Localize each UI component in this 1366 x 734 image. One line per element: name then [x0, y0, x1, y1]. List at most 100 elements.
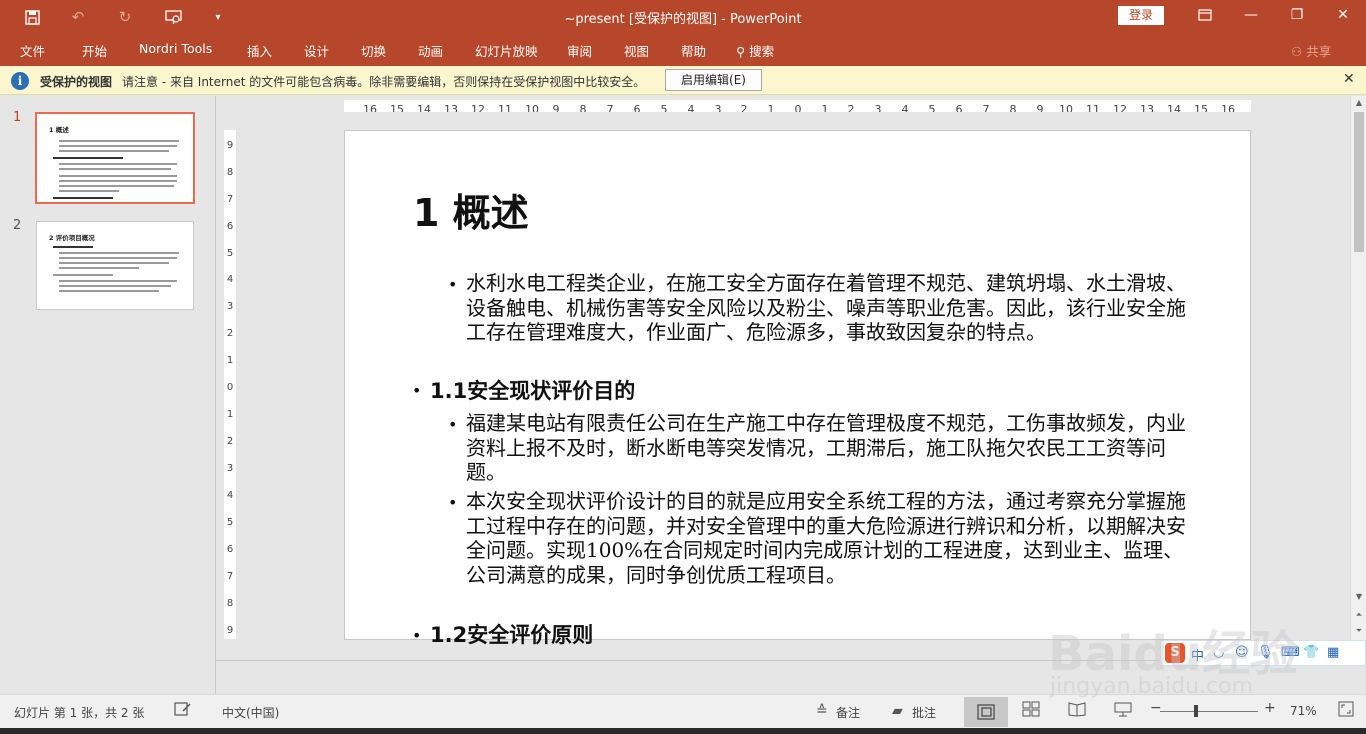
protected-view-bar: i 受保护的视图 请注意 - 来自 Internet 的文件可能包含病毒。除非需… — [0, 66, 1366, 95]
tab-design[interactable]: 设计 — [304, 41, 329, 60]
tab-nordri-tools[interactable]: Nordri Tools — [139, 41, 212, 56]
slide-title[interactable]: 1 概述 — [413, 182, 529, 237]
svg-text:7: 7 — [227, 194, 233, 205]
svg-text:8: 8 — [227, 167, 233, 178]
tab-view[interactable]: 视图 — [624, 41, 649, 60]
vertical-scrollbar[interactable]: ▲ ▼ ⏶ ⏷ — [1350, 96, 1366, 640]
previous-slide-icon[interactable]: ⏶ — [1351, 608, 1366, 622]
notes-button-label[interactable]: 备注 — [836, 704, 860, 721]
ime-toolbar: S 中 ◡ ☺ 🎙 ⌨ 👕 ▦ — [1160, 640, 1366, 666]
svg-text:0: 0 — [795, 103, 802, 112]
bullet-marker: • — [412, 626, 422, 645]
svg-text:9: 9 — [227, 140, 233, 151]
share-label: 共享 — [1306, 44, 1332, 59]
ime-punctuation-icon[interactable]: ◡ — [1213, 645, 1224, 660]
restore-icon[interactable]: ❐ — [1274, 0, 1320, 30]
tab-help[interactable]: 帮助 — [681, 41, 706, 60]
slide-thumbnail-2[interactable]: 2 评价项目概况 — [36, 221, 194, 310]
svg-text:5: 5 — [929, 103, 936, 112]
zoom-out-icon[interactable]: − — [1150, 700, 1162, 716]
ime-mode-label[interactable]: 中 — [1191, 645, 1204, 664]
svg-text:5: 5 — [661, 103, 668, 112]
svg-text:8: 8 — [1010, 103, 1017, 112]
ime-keyboard-icon[interactable]: ⌨ — [1281, 645, 1300, 660]
search-box[interactable]: ⚲ 搜索 — [736, 41, 774, 60]
svg-text:15: 15 — [1194, 103, 1208, 112]
scrollbar-thumb[interactable] — [1354, 112, 1364, 252]
slideshow-view-icon[interactable] — [1114, 701, 1132, 721]
zoom-in-icon[interactable]: + — [1264, 700, 1276, 716]
bullet-marker: • — [448, 415, 458, 434]
search-label: 搜索 — [749, 44, 775, 59]
svg-text:1: 1 — [227, 355, 233, 366]
reading-view-icon[interactable] — [1068, 701, 1086, 721]
svg-text:6: 6 — [634, 103, 641, 112]
protected-view-message: 请注意 - 来自 Internet 的文件可能包含病毒。除非需要编辑，否则保持在… — [122, 75, 646, 89]
slide-body-paragraph[interactable]: 本次安全现状评价设计的目的就是应用安全系统工程的方法，通过考察充分掌握施工过程中… — [466, 489, 1191, 587]
thumbnail-number: 2 — [13, 218, 22, 233]
powerpoint-window: ↶ ↻ ▾ ~present [受保护的视图] - PowerPoint 登录 … — [0, 0, 1366, 734]
tab-insert[interactable]: 插入 — [247, 41, 272, 60]
slide-body-paragraph[interactable]: 福建某电站有限责任公司在生产施工中存在管理极度不规范，工伤事故频发，内业资料上报… — [466, 411, 1191, 485]
normal-view-button[interactable] — [964, 697, 1008, 727]
svg-text:0: 0 — [227, 382, 233, 393]
svg-text:6: 6 — [956, 103, 963, 112]
zoom-slider-track[interactable] — [1160, 711, 1258, 712]
ime-voice-icon[interactable]: 🎙 — [1257, 645, 1274, 660]
svg-text:1: 1 — [822, 103, 829, 112]
comments-icon[interactable]: ▰ — [892, 703, 903, 719]
close-infobar-icon[interactable]: ✕ — [1343, 71, 1355, 87]
ime-toolbox-icon[interactable]: ▦ — [1327, 645, 1339, 660]
sogou-ime-icon[interactable]: S — [1165, 643, 1185, 663]
thumbnail-number: 1 — [13, 110, 22, 125]
svg-text:16: 16 — [1221, 103, 1235, 112]
ribbon-tabs: 文件 开始 Nordri Tools 插入 设计 切换 动画 幻灯片放映 审阅 … — [0, 34, 1366, 66]
slide-subheading[interactable]: 1.2安全评价原则 — [430, 623, 593, 648]
svg-text:2: 2 — [227, 436, 233, 447]
language-indicator[interactable]: 中文(中国) — [222, 704, 279, 721]
svg-text:9: 9 — [227, 625, 233, 636]
svg-text:9: 9 — [553, 103, 560, 112]
slide-body-paragraph[interactable]: 水利水电工程类企业，在施工安全方面存在着管理不规范、建筑坍塌、水土滑坡、设备触电… — [466, 271, 1191, 345]
tab-file[interactable]: 文件 — [20, 41, 45, 60]
next-slide-icon[interactable]: ⏷ — [1351, 624, 1366, 638]
ribbon-display-options-icon[interactable] — [1182, 0, 1228, 30]
zoom-slider-thumb[interactable] — [1194, 705, 1198, 717]
minimize-icon[interactable]: — — [1228, 0, 1274, 30]
fit-to-window-icon[interactable] — [1338, 701, 1354, 721]
tab-slideshow[interactable]: 幻灯片放映 — [475, 41, 538, 60]
slide-sorter-view-icon[interactable] — [1022, 701, 1040, 721]
tab-animations[interactable]: 动画 — [418, 41, 443, 60]
ime-emoji-icon[interactable]: ☺ — [1235, 645, 1249, 660]
svg-text:15: 15 — [390, 103, 404, 112]
slide-subheading[interactable]: 1.1安全现状评价目的 — [430, 379, 635, 404]
enable-editing-button[interactable]: 启用编辑(E) — [665, 69, 762, 91]
svg-text:7: 7 — [983, 103, 990, 112]
scroll-up-icon[interactable]: ▲ — [1351, 96, 1366, 110]
share-button[interactable]: ⚇ 共享 — [1291, 41, 1331, 60]
svg-text:11: 11 — [1086, 103, 1100, 112]
comments-button-label[interactable]: 批注 — [912, 704, 936, 721]
svg-text:6: 6 — [227, 544, 233, 555]
login-button[interactable]: 登录 — [1118, 6, 1164, 25]
ime-skin-icon[interactable]: 👕 — [1303, 645, 1319, 660]
svg-text:14: 14 — [417, 103, 431, 112]
spell-check-icon[interactable] — [174, 701, 192, 721]
tab-transitions[interactable]: 切换 — [361, 41, 386, 60]
svg-text:7: 7 — [227, 571, 233, 582]
tab-review[interactable]: 审阅 — [567, 41, 592, 60]
svg-text:12: 12 — [471, 103, 485, 112]
tab-home[interactable]: 开始 — [82, 41, 107, 60]
svg-text:10: 10 — [1059, 103, 1073, 112]
svg-text:11: 11 — [498, 103, 512, 112]
slide-thumbnail-1[interactable]: 1 概述 — [35, 112, 195, 204]
notes-icon[interactable]: ≙ — [816, 703, 828, 719]
scroll-down-icon[interactable]: ▼ — [1351, 590, 1366, 604]
taskbar-edge — [0, 728, 1366, 734]
slide-thumbnails-panel: 1 1 概述 2 2 评价项目概况 — [0, 96, 216, 694]
person-icon: ⚇ — [1291, 44, 1303, 59]
svg-text:9: 9 — [1037, 103, 1044, 112]
svg-text:2: 2 — [741, 103, 748, 112]
zoom-level[interactable]: 71% — [1290, 704, 1317, 718]
close-icon[interactable]: ✕ — [1320, 0, 1366, 30]
